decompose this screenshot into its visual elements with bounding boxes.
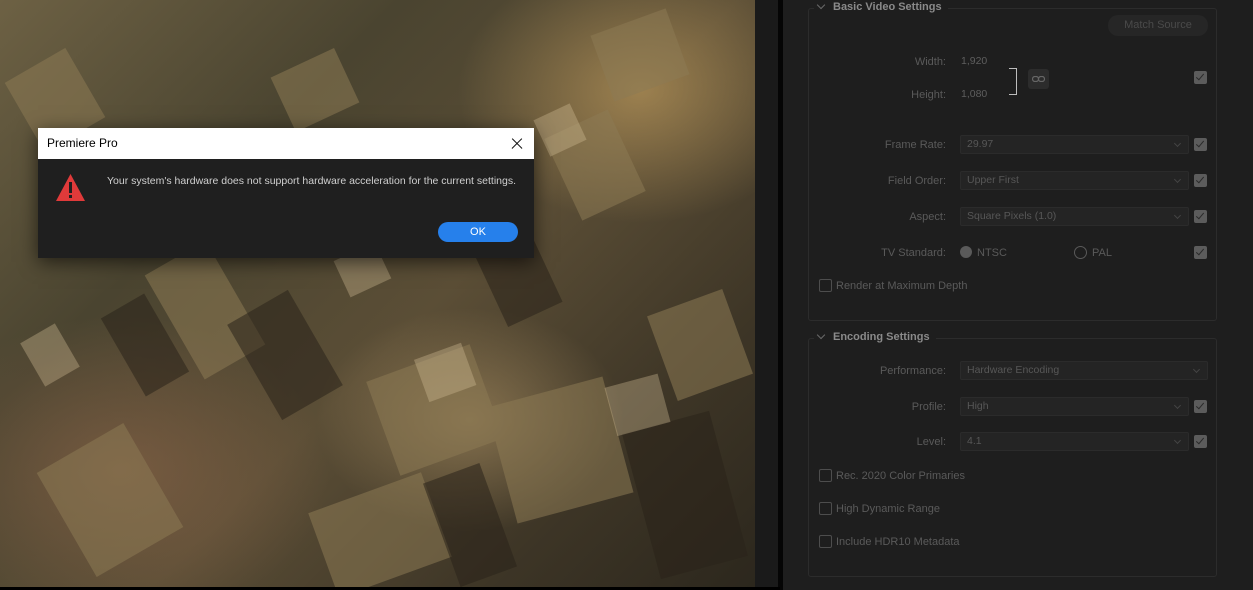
tv-standard-label: TV Standard: xyxy=(881,247,946,259)
hdr-label: High Dynamic Range xyxy=(836,503,940,515)
chevron-down-icon xyxy=(1173,436,1182,445)
panel-gap xyxy=(755,0,778,590)
chevron-down-icon xyxy=(816,330,826,340)
warning-icon xyxy=(56,174,85,201)
chevron-down-icon xyxy=(1192,365,1201,374)
close-icon[interactable] xyxy=(506,133,528,155)
dimensions-override-checkbox[interactable] xyxy=(1194,71,1207,84)
performance-label: Performance: xyxy=(879,365,946,377)
render-max-depth-label: Render at Maximum Depth xyxy=(836,280,968,292)
video-preview xyxy=(0,0,755,587)
aspect-checkbox[interactable] xyxy=(1194,210,1207,223)
hdr10-metadata-checkbox[interactable] xyxy=(819,535,832,548)
aspect-value: Square Pixels (1.0) xyxy=(967,210,1057,222)
app-window: Premiere Pro Your system's hardware does… xyxy=(0,0,1253,590)
width-value[interactable]: 1,920 xyxy=(961,55,987,67)
render-max-depth-checkbox[interactable] xyxy=(819,279,832,292)
ntsc-radio[interactable] xyxy=(960,246,972,258)
tv-standard-checkbox[interactable] xyxy=(1194,246,1207,259)
level-value: 4.1 xyxy=(967,435,982,447)
aspect-lock-bracket xyxy=(1009,68,1017,95)
export-settings-panel: Basic Video Settings Match Source Width:… xyxy=(783,0,1253,590)
level-checkbox[interactable] xyxy=(1194,435,1207,448)
pal-radio[interactable] xyxy=(1074,246,1087,259)
width-label: Width: xyxy=(914,56,946,68)
profile-select[interactable]: High xyxy=(960,397,1189,416)
aspect-select[interactable]: Square Pixels (1.0) xyxy=(960,207,1189,226)
link-button[interactable] xyxy=(1028,69,1049,89)
performance-value: Hardware Encoding xyxy=(967,364,1060,376)
encoding-settings-header[interactable]: Encoding Settings xyxy=(814,330,936,343)
aerial-city-image xyxy=(4,8,753,587)
hdr-checkbox[interactable] xyxy=(819,502,832,515)
performance-select[interactable]: Hardware Encoding xyxy=(960,361,1208,380)
group-title: Basic Video Settings xyxy=(833,1,942,13)
field-order-label: Field Order: xyxy=(887,175,946,187)
ntsc-label: NTSC xyxy=(977,247,1007,259)
aspect-label: Aspect: xyxy=(909,211,946,223)
group-title: Encoding Settings xyxy=(833,331,930,343)
level-select[interactable]: 4.1 xyxy=(960,432,1189,451)
dialog-titlebar[interactable]: Premiere Pro xyxy=(38,128,534,159)
basic-video-settings-group xyxy=(808,8,1217,321)
frame-rate-checkbox[interactable] xyxy=(1194,138,1207,151)
basic-video-settings-header[interactable]: Basic Video Settings xyxy=(814,0,948,13)
chevron-down-icon xyxy=(1173,401,1182,410)
frame-rate-value: 29.97 xyxy=(967,138,994,150)
rec2020-checkbox[interactable] xyxy=(819,469,832,482)
chevron-down-icon xyxy=(1173,139,1182,148)
match-source-button[interactable]: Match Source xyxy=(1108,15,1208,36)
chevron-down-icon xyxy=(816,0,826,10)
height-label: Height: xyxy=(911,89,946,101)
frame-rate-label: Frame Rate: xyxy=(884,139,946,151)
rec2020-label: Rec. 2020 Color Primaries xyxy=(836,470,965,482)
height-value[interactable]: 1,080 xyxy=(961,88,987,100)
field-order-checkbox[interactable] xyxy=(1194,174,1207,187)
chevron-down-icon xyxy=(1173,211,1182,220)
field-order-select[interactable]: Upper First xyxy=(960,171,1189,190)
link-icon xyxy=(1032,76,1045,82)
level-label: Level: xyxy=(916,436,946,448)
profile-label: Profile: xyxy=(911,401,946,413)
ok-button[interactable]: OK xyxy=(438,222,518,242)
frame-rate-select[interactable]: 29.97 xyxy=(960,135,1189,154)
dialog-title: Premiere Pro xyxy=(47,136,118,150)
hdr10-metadata-label: Include HDR10 Metadata xyxy=(836,536,960,548)
field-order-value: Upper First xyxy=(967,174,1019,186)
pal-label: PAL xyxy=(1092,247,1112,259)
alert-dialog: Premiere Pro Your system's hardware does… xyxy=(38,128,534,258)
profile-value: High xyxy=(967,400,989,412)
profile-checkbox[interactable] xyxy=(1194,400,1207,413)
dialog-message: Your system's hardware does not support … xyxy=(107,175,516,187)
chevron-down-icon xyxy=(1173,175,1182,184)
